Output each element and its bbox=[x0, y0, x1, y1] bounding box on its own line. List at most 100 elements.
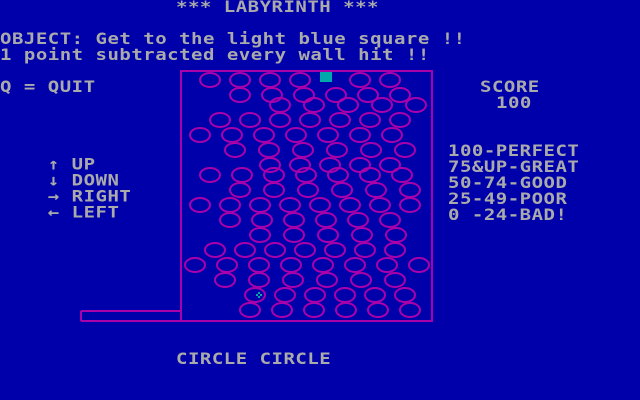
maze-circle bbox=[385, 227, 407, 243]
maze-circle bbox=[405, 97, 427, 113]
maze-circle bbox=[389, 112, 411, 128]
maze-circle bbox=[248, 272, 270, 288]
maze-circle bbox=[219, 212, 241, 228]
maze-circle bbox=[219, 197, 241, 213]
goal-square bbox=[320, 72, 332, 82]
maze-circle bbox=[364, 287, 386, 303]
maze-circle bbox=[274, 287, 296, 303]
maze-circle bbox=[239, 112, 261, 128]
maze-circle bbox=[309, 197, 331, 213]
maze-circle bbox=[399, 302, 421, 318]
maze-circle bbox=[253, 127, 275, 143]
player-marker bbox=[256, 292, 262, 298]
maze-circle bbox=[359, 112, 381, 128]
maze-circle bbox=[303, 302, 325, 318]
maze-circle bbox=[371, 97, 393, 113]
maze-circle bbox=[379, 212, 401, 228]
maze-circle bbox=[335, 302, 357, 318]
maze-circle bbox=[214, 272, 236, 288]
maze-playfield bbox=[80, 70, 433, 322]
maze-circle bbox=[349, 157, 371, 173]
maze-circle bbox=[249, 227, 271, 243]
maze-circle bbox=[189, 127, 211, 143]
maze-circle bbox=[312, 257, 334, 273]
maze-circle bbox=[289, 72, 311, 88]
maze-circle bbox=[384, 242, 406, 258]
maze-circle bbox=[283, 212, 305, 228]
maze-circle bbox=[249, 197, 271, 213]
maze-circle bbox=[282, 272, 304, 288]
maze-circle bbox=[297, 182, 319, 198]
game-screen[interactable]: *** LABYRINTH *** OBJECT: Get to the lig… bbox=[0, 0, 640, 400]
maze-circle bbox=[316, 272, 338, 288]
maze-circle bbox=[209, 112, 231, 128]
maze-circle-obstacles bbox=[184, 72, 430, 318]
maze-circle bbox=[259, 157, 281, 173]
maze-circle bbox=[229, 72, 251, 88]
maze-circle bbox=[326, 142, 348, 158]
maze-circle bbox=[221, 127, 243, 143]
maze-circle bbox=[294, 242, 316, 258]
maze-circle bbox=[199, 72, 221, 88]
maze-circle bbox=[339, 197, 361, 213]
maze-circle bbox=[391, 167, 413, 183]
maze-circle bbox=[365, 182, 387, 198]
maze-circle bbox=[351, 227, 373, 243]
maze-circle bbox=[360, 142, 382, 158]
maze-circle bbox=[408, 257, 430, 273]
maze-circle bbox=[347, 212, 369, 228]
maze-circle bbox=[389, 87, 411, 103]
maze-circle bbox=[376, 257, 398, 273]
maze-circle bbox=[369, 197, 391, 213]
maze-circle bbox=[231, 167, 253, 183]
maze-circle bbox=[399, 197, 421, 213]
maze-circle bbox=[329, 112, 351, 128]
maze-circle bbox=[229, 87, 251, 103]
maze-circle bbox=[350, 272, 372, 288]
maze-circle bbox=[315, 212, 337, 228]
maze-circle bbox=[367, 302, 389, 318]
maze-circle bbox=[331, 182, 353, 198]
maze-circle bbox=[304, 287, 326, 303]
maze-circle bbox=[293, 87, 315, 103]
maze-circle bbox=[258, 142, 280, 158]
maze-circle bbox=[283, 227, 305, 243]
maze-circle bbox=[271, 302, 293, 318]
maze-circle bbox=[337, 97, 359, 113]
maze-circle bbox=[234, 242, 256, 258]
maze-circle bbox=[280, 257, 302, 273]
maze-circle bbox=[279, 197, 301, 213]
maze-circle bbox=[259, 72, 281, 88]
maze-circle bbox=[303, 97, 325, 113]
maze-circle bbox=[399, 182, 421, 198]
maze-circle bbox=[354, 242, 376, 258]
maze-circle bbox=[229, 182, 251, 198]
maze-circle bbox=[317, 127, 339, 143]
maze-circle bbox=[239, 302, 261, 318]
maze-circle bbox=[199, 167, 221, 183]
maze-circle bbox=[292, 142, 314, 158]
maze-circle bbox=[263, 182, 285, 198]
maze-circle bbox=[269, 112, 291, 128]
maze-circle bbox=[349, 72, 371, 88]
maze-circle bbox=[263, 167, 285, 183]
maze-circle bbox=[359, 167, 381, 183]
maze-circle bbox=[216, 257, 238, 273]
maze-circle bbox=[184, 257, 206, 273]
maze-circle bbox=[384, 272, 406, 288]
maze-circle bbox=[381, 127, 403, 143]
maze-circle bbox=[204, 242, 226, 258]
maze-circle bbox=[324, 242, 346, 258]
maze-circle bbox=[224, 142, 246, 158]
maze-circle bbox=[334, 287, 356, 303]
maze-circle bbox=[344, 257, 366, 273]
maze-circle bbox=[189, 197, 211, 213]
maze-circle bbox=[394, 287, 416, 303]
maze-circle bbox=[317, 227, 339, 243]
maze-circle bbox=[379, 72, 401, 88]
maze-circle bbox=[264, 242, 286, 258]
maze-circle bbox=[349, 127, 371, 143]
maze-circle bbox=[299, 112, 321, 128]
maze-circle bbox=[394, 142, 416, 158]
maze-circle bbox=[248, 257, 270, 273]
